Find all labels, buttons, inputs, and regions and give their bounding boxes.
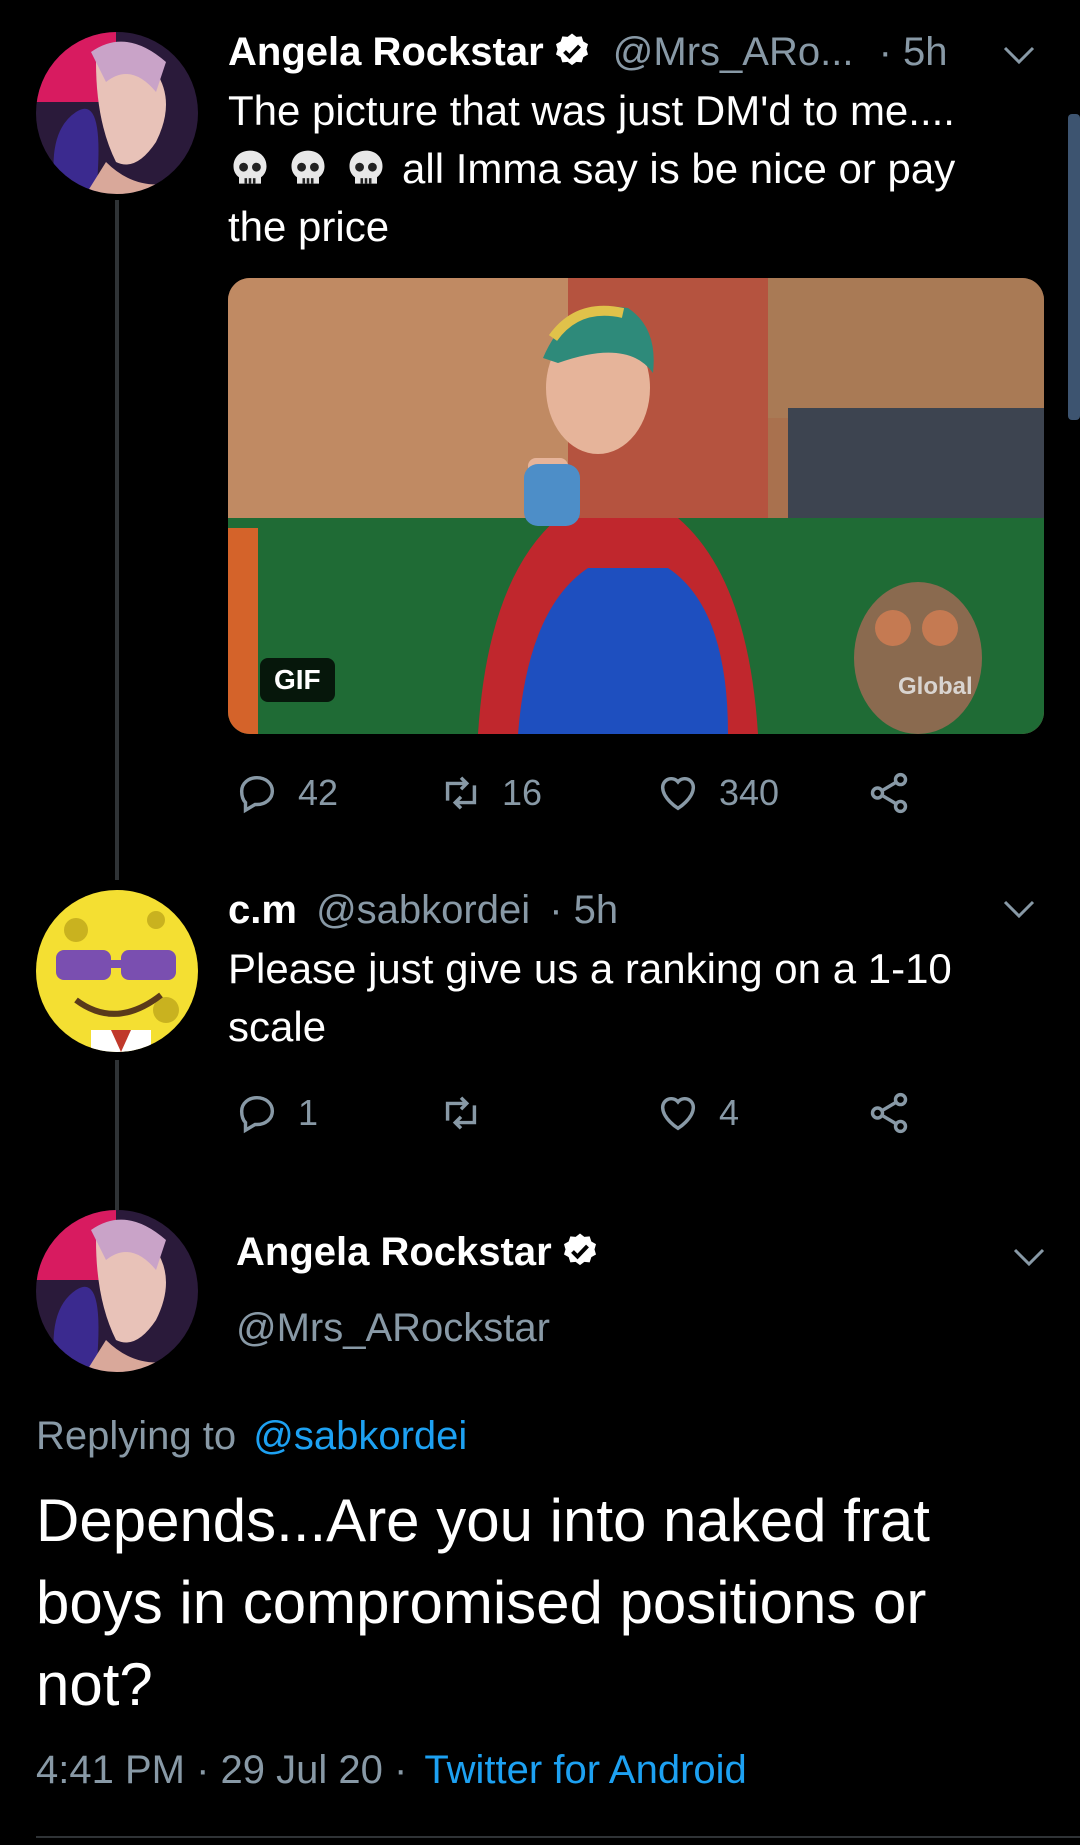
reply-icon [239, 775, 275, 814]
avatar-photo [36, 1210, 198, 1372]
share-button[interactable] [866, 1090, 912, 1136]
verified-badge-icon [563, 1233, 596, 1266]
avatar-photo [36, 32, 198, 194]
like-count: 4 [719, 1092, 740, 1133]
skull-emoji-icon [291, 150, 325, 184]
like-count: 340 [719, 772, 780, 813]
avatar[interactable] [36, 1210, 198, 1372]
like-button[interactable]: 4 [655, 1090, 739, 1136]
gif-badge: GIF [260, 658, 335, 702]
thread-line-2 [115, 1060, 119, 1210]
share-icon [870, 1092, 908, 1134]
reply-button[interactable]: 42 [234, 770, 338, 816]
client-link[interactable]: Twitter for Android [424, 1748, 746, 1792]
chevron-down-icon[interactable] [1002, 898, 1036, 920]
author-name[interactable]: Angela Rockstar [236, 1230, 552, 1274]
author-handle[interactable]: @Mrs_ARockstar [236, 1302, 600, 1354]
retweet-icon [445, 776, 477, 810]
share-button[interactable] [866, 770, 912, 816]
gif-media[interactable]: GIF Global [228, 278, 1044, 734]
tweet-text-line: Depends...Are you into naked frat [36, 1487, 930, 1554]
like-button[interactable]: 340 [655, 770, 779, 816]
replying-prefix: Replying to [36, 1414, 237, 1458]
reply-icon [239, 1095, 275, 1134]
replying-to-link[interactable]: @sabkordei [253, 1414, 467, 1458]
author-name[interactable]: Angela Rockstar [228, 30, 544, 74]
avatar-photo [36, 890, 198, 1052]
tweet-time: · 5h [878, 30, 948, 74]
tweet-body: Please just give us a ranking on a 1-10 … [228, 940, 1028, 1056]
chevron-down-icon[interactable] [1002, 44, 1036, 66]
share-icon [870, 772, 908, 814]
thread-line-1 [115, 200, 119, 880]
author-name[interactable]: c.m [228, 888, 297, 932]
timestamp[interactable]: 4:41 PM · 29 Jul 20 · [36, 1748, 407, 1792]
tweet-header: c.m @sabkordei · 5h [228, 884, 618, 936]
divider [36, 1836, 1080, 1838]
verified-badge-icon [555, 33, 588, 66]
tweet-text-line: scale [228, 1003, 327, 1050]
retweet-button[interactable] [438, 1090, 502, 1136]
reply-button[interactable]: 1 [234, 1090, 318, 1136]
tweet-text-line: not? [36, 1651, 153, 1718]
chevron-down-icon[interactable] [1012, 1246, 1046, 1268]
skull-emoji-icon [349, 150, 383, 184]
avatar[interactable] [36, 890, 198, 1052]
retweet-count: 16 [502, 772, 543, 813]
tweet-text-segment: all Imma say is be nice or pay [402, 145, 956, 192]
author-block[interactable]: Angela Rockstar @Mrs_ARockstar [236, 1226, 600, 1354]
reply-count: 42 [298, 772, 339, 813]
avatar[interactable] [36, 32, 198, 194]
scrollbar[interactable] [1068, 114, 1080, 420]
skull-emoji-icon [233, 150, 267, 184]
tweet-text-line: The picture that was just DM'd to me.... [228, 87, 955, 134]
tweet-body: The picture that was just DM'd to me....… [228, 82, 1028, 256]
tweet-time: · 5h [549, 888, 619, 932]
tweet-text-line: the price [228, 203, 390, 250]
retweet-button[interactable]: 16 [438, 770, 542, 816]
author-handle[interactable]: @sabkordei [316, 888, 530, 932]
tweet-text-line: all Imma say is be nice or pay [228, 140, 1028, 198]
tweet-body-large: Depends...Are you into naked frat boys i… [36, 1480, 1056, 1726]
gif-watermark: Global [898, 673, 973, 700]
tweet-header: Angela Rockstar @Mrs_ARo... · 5h [228, 26, 948, 78]
tweet-text-line: boys in compromised positions or [36, 1569, 927, 1636]
retweet-icon [445, 1096, 477, 1130]
tweet-text-line: Please just give us a ranking on a 1-10 [228, 945, 952, 992]
tweet-meta: 4:41 PM · 29 Jul 20 · Twitter for Androi… [36, 1744, 747, 1796]
replying-to: Replying to @sabkordei [36, 1410, 467, 1462]
author-handle[interactable]: @Mrs_ARo... [613, 30, 854, 74]
heart-icon [660, 776, 696, 811]
gif-image [228, 278, 1044, 734]
reply-count: 1 [298, 1092, 319, 1133]
heart-icon [660, 1096, 696, 1131]
